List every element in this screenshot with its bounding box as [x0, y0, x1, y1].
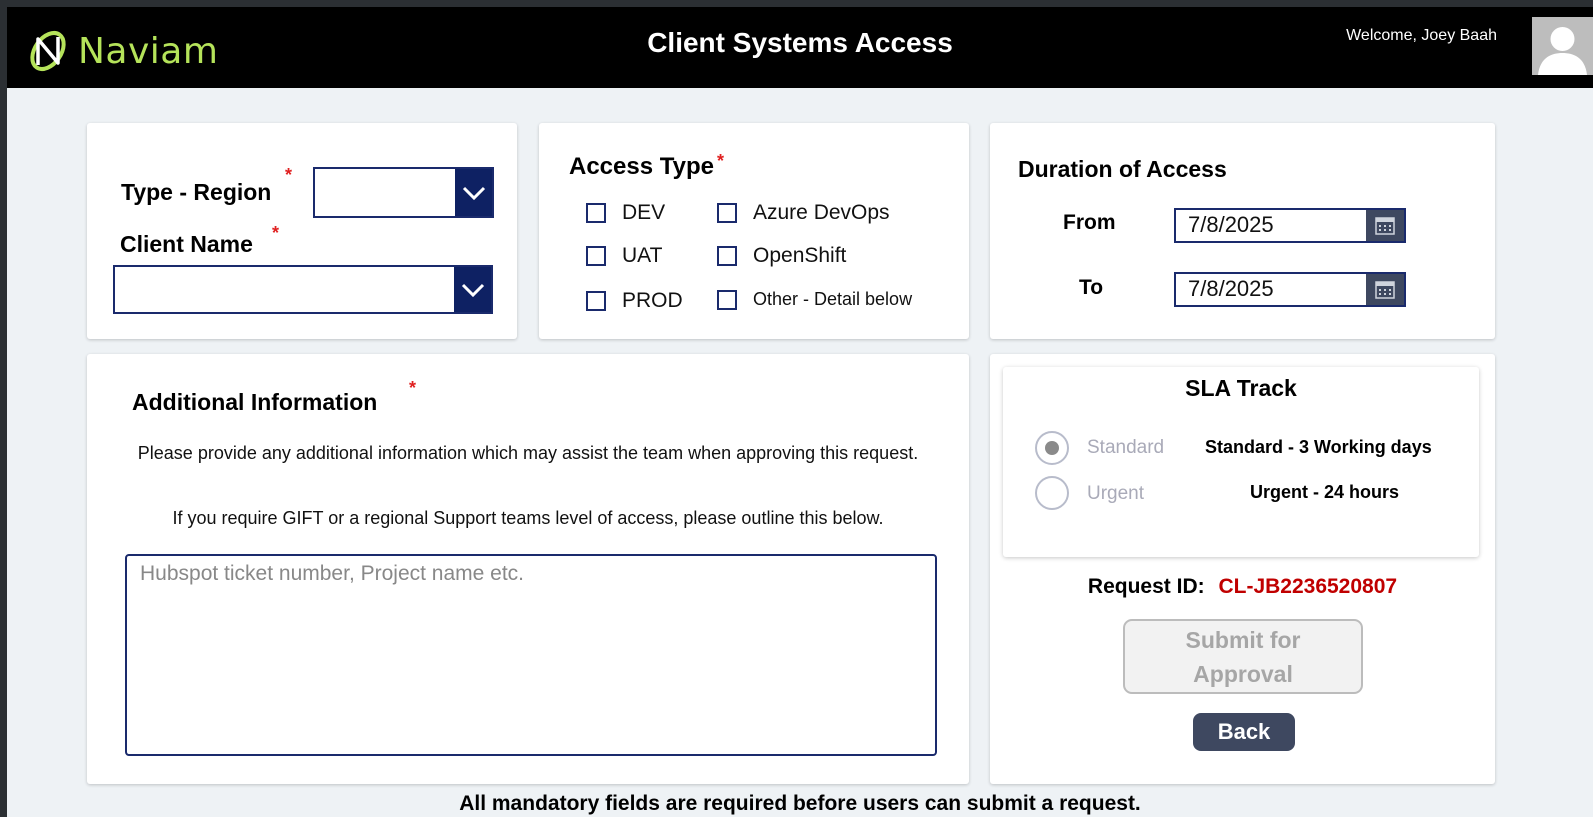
- request-id-label: Request ID:: [1087, 575, 1205, 598]
- azure-devops-checkbox[interactable]: [717, 203, 737, 223]
- standard-radio-dot: [1045, 441, 1059, 455]
- dev-checkbox[interactable]: [586, 203, 606, 223]
- access-option-openshift[interactable]: OpenShift: [717, 244, 846, 268]
- avatar[interactable]: [1532, 17, 1593, 75]
- uat-checkbox-label: UAT: [622, 244, 663, 267]
- from-date-picker[interactable]: 7/8/2025: [1174, 208, 1406, 243]
- additional-info-label: Additional Information: [132, 389, 378, 415]
- other-checkbox[interactable]: [717, 289, 737, 310]
- app-window: Naviam Client Systems Access Welcome, Jo…: [7, 7, 1593, 817]
- type-region-required-mark: *: [285, 165, 293, 185]
- additional-info-help-2: If you require GIFT or a regional Suppor…: [172, 508, 884, 528]
- openshift-checkbox[interactable]: [717, 246, 737, 266]
- access-option-azure-devops[interactable]: Azure DevOps: [717, 201, 890, 225]
- header-bar: Naviam Client Systems Access Welcome, Jo…: [7, 7, 1593, 88]
- user-silhouette-icon: [1538, 27, 1587, 75]
- from-date-value: 7/8/2025: [1188, 212, 1274, 237]
- access-option-other[interactable]: Other - Detail below: [717, 289, 912, 310]
- mandatory-fields-note: All mandatory fields are required before…: [459, 792, 1141, 815]
- to-label: To: [1079, 276, 1104, 299]
- from-calendar-button[interactable]: [1366, 210, 1404, 241]
- submit-for-approval-button[interactable]: Submit for Approval: [1123, 619, 1363, 694]
- urgent-radio-label: Urgent: [1087, 483, 1145, 504]
- request-id-value: CL-JB2236520807: [1218, 575, 1398, 598]
- access-type-label: Access Type: [569, 153, 714, 180]
- prod-checkbox-label: PROD: [622, 289, 683, 312]
- access-option-dev[interactable]: DEV: [586, 201, 665, 225]
- additional-info-required-mark: *: [409, 378, 417, 398]
- additional-info-textarea[interactable]: [125, 554, 937, 756]
- client-name-label: Client Name: [120, 231, 253, 257]
- access-type-card: Access Type * DEV UAT PROD Azure DevOps …: [539, 123, 969, 339]
- calendar-icon: [1375, 280, 1395, 299]
- uat-checkbox[interactable]: [586, 246, 606, 266]
- welcome-text: Welcome, Joey Baah: [1346, 27, 1497, 44]
- standard-radio-label: Standard: [1087, 437, 1165, 458]
- client-name-dropdown-button[interactable]: [454, 267, 491, 312]
- azure-devops-checkbox-label: Azure DevOps: [753, 201, 890, 224]
- duration-card: Duration of Access From 7/8/2025 To 7/8/…: [990, 123, 1495, 339]
- openshift-checkbox-label: OpenShift: [753, 244, 847, 267]
- urgent-sla-description: Urgent - 24 hours: [1250, 482, 1400, 502]
- client-name-required-mark: *: [272, 223, 280, 243]
- type-region-dropdown[interactable]: [313, 167, 494, 218]
- chevron-down-icon: [462, 186, 485, 200]
- urgent-radio[interactable]: [1035, 476, 1069, 510]
- access-option-uat[interactable]: UAT: [586, 244, 662, 268]
- standard-sla-description: Standard - 3 Working days: [1205, 437, 1432, 457]
- client-selection-card: Type - Region * Client Name *: [87, 123, 517, 339]
- prod-checkbox[interactable]: [586, 291, 606, 311]
- request-id-row: Request ID: CL-JB2236520807: [990, 575, 1495, 599]
- chevron-down-icon: [461, 283, 484, 297]
- access-type-required-mark: *: [717, 151, 725, 171]
- type-region-label: Type - Region: [121, 179, 272, 205]
- to-calendar-button[interactable]: [1366, 274, 1404, 305]
- from-label: From: [1063, 211, 1116, 234]
- additional-info-card: Additional Information * Please provide …: [87, 354, 969, 784]
- calendar-icon: [1375, 216, 1395, 235]
- sla-track-title: SLA Track: [1185, 375, 1297, 401]
- standard-radio[interactable]: [1035, 431, 1069, 465]
- sla-track-box: SLA Track Standard Standard - 3 Working …: [1003, 367, 1479, 557]
- to-date-picker[interactable]: 7/8/2025: [1174, 272, 1406, 307]
- access-option-prod[interactable]: PROD: [586, 289, 683, 313]
- to-date-value: 7/8/2025: [1188, 276, 1274, 301]
- client-name-dropdown[interactable]: [113, 265, 493, 314]
- duration-label: Duration of Access: [1018, 156, 1227, 182]
- other-checkbox-label: Other - Detail below: [753, 289, 913, 309]
- type-region-dropdown-button[interactable]: [455, 169, 492, 216]
- back-button[interactable]: Back: [1193, 713, 1295, 751]
- additional-info-help-1: Please provide any additional informatio…: [137, 443, 919, 463]
- dev-checkbox-label: DEV: [622, 201, 666, 224]
